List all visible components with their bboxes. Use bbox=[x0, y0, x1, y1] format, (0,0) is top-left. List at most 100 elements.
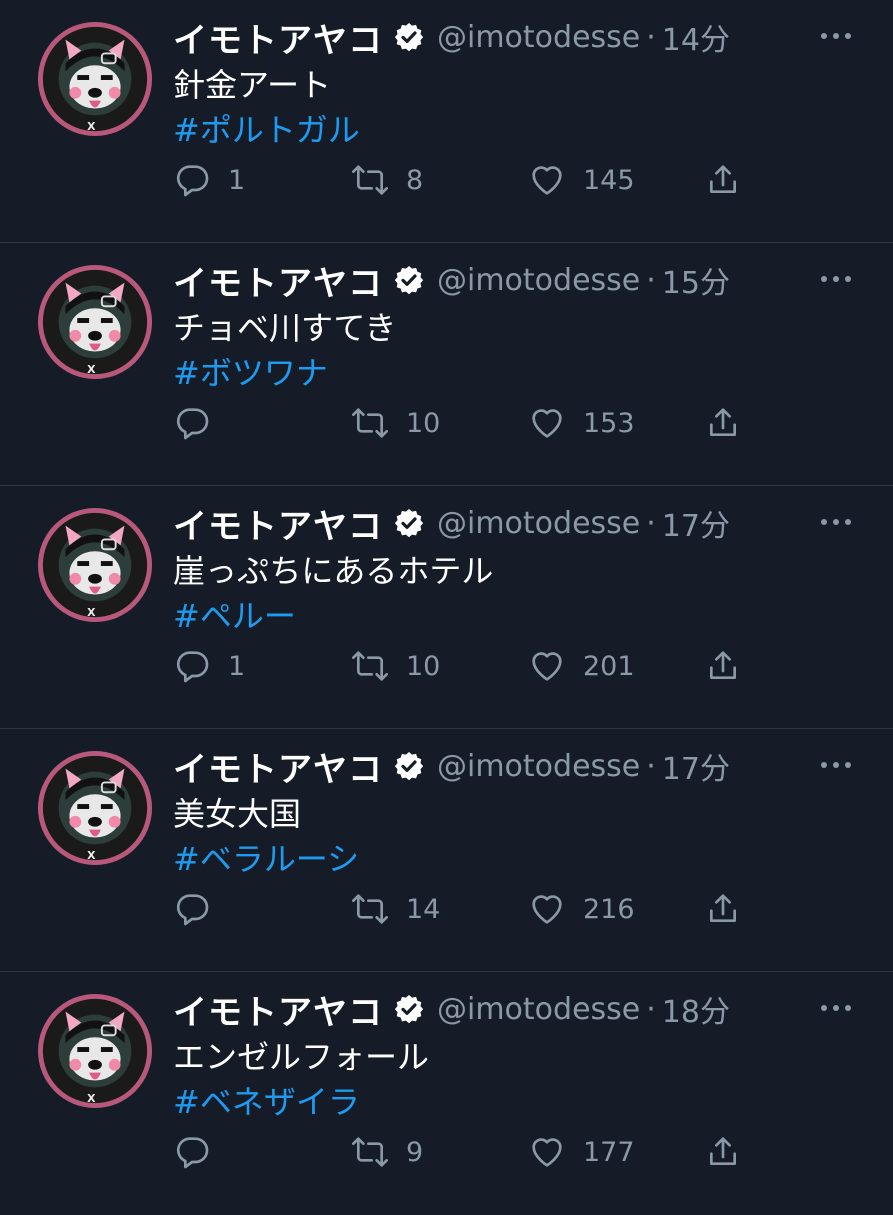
tweet[interactable]: X イモトアヤコ @imotodesse · 14分 針金アート #ポルトガル … bbox=[0, 0, 893, 243]
avatar[interactable]: X bbox=[36, 20, 154, 138]
author-name[interactable]: イモトアヤコ bbox=[173, 256, 383, 305]
share-icon bbox=[710, 1137, 736, 1165]
tweet[interactable]: X イモトアヤコ @imotodesse · 17分 美女大国 #ベラルーシ 1… bbox=[0, 729, 893, 972]
hashtag-link[interactable]: #ベネザイラ bbox=[173, 1077, 360, 1123]
like-button[interactable]: 177 bbox=[527, 1122, 635, 1182]
like-button[interactable]: 201 bbox=[527, 636, 635, 696]
reply-button[interactable] bbox=[172, 393, 228, 453]
separator-dot: · bbox=[646, 19, 656, 55]
tweet-header: イモトアヤコ @imotodesse · 17分 bbox=[173, 499, 730, 548]
more-options-icon[interactable] bbox=[816, 512, 856, 532]
retweet-count: 9 bbox=[406, 1136, 424, 1168]
retweet-button[interactable]: 8 bbox=[350, 150, 423, 210]
retweet-count: 14 bbox=[406, 893, 441, 925]
avatar[interactable]: X bbox=[36, 263, 154, 381]
tweet[interactable]: X イモトアヤコ @imotodesse · 15分 チョベ川すてき #ボツワナ… bbox=[0, 243, 893, 486]
reply-icon bbox=[176, 651, 209, 683]
author-handle[interactable]: @imotodesse bbox=[437, 992, 640, 1027]
reply-count: 1 bbox=[228, 650, 246, 682]
separator-dot: · bbox=[646, 748, 656, 784]
tweet[interactable]: X イモトアヤコ @imotodesse · 18分 エンゼルフォール #ベネザ… bbox=[0, 972, 893, 1215]
share-button[interactable] bbox=[703, 636, 743, 696]
heart-icon bbox=[532, 166, 562, 195]
retweet-button[interactable]: 14 bbox=[350, 879, 440, 939]
like-count: 145 bbox=[583, 164, 635, 196]
hashtag-link[interactable]: #ボツワナ bbox=[173, 348, 328, 394]
reply-icon bbox=[176, 408, 209, 440]
reply-icon bbox=[176, 165, 209, 197]
retweet-count: 10 bbox=[406, 650, 441, 682]
author-handle[interactable]: @imotodesse bbox=[437, 20, 640, 55]
tweet-text: エンゼルフォール bbox=[173, 1038, 430, 1076]
author-name[interactable]: イモトアヤコ bbox=[173, 499, 383, 548]
tweet-header: イモトアヤコ @imotodesse · 18分 bbox=[173, 985, 730, 1034]
separator-dot: · bbox=[646, 505, 656, 541]
author-handle[interactable]: @imotodesse bbox=[437, 263, 640, 298]
avatar[interactable]: X bbox=[36, 749, 154, 867]
heart-icon bbox=[532, 1138, 562, 1167]
hashtag-link[interactable]: #ポルトガル bbox=[173, 105, 360, 151]
share-button[interactable] bbox=[703, 393, 743, 453]
like-button[interactable]: 216 bbox=[527, 879, 635, 939]
reply-count: 1 bbox=[228, 164, 246, 196]
timestamp[interactable]: 17分 bbox=[662, 744, 730, 788]
action-bar: 10 153 bbox=[0, 393, 893, 453]
retweet-icon bbox=[352, 165, 388, 195]
reply-icon bbox=[176, 1137, 209, 1169]
more-options-icon[interactable] bbox=[816, 998, 856, 1018]
svg-text:X: X bbox=[87, 363, 96, 376]
author-name[interactable]: イモトアヤコ bbox=[173, 985, 383, 1034]
tweet-header: イモトアヤコ @imotodesse · 15分 bbox=[173, 256, 730, 305]
reply-icon bbox=[176, 894, 209, 926]
reply-button[interactable] bbox=[172, 879, 228, 939]
share-icon bbox=[710, 651, 736, 679]
timestamp[interactable]: 14分 bbox=[662, 15, 730, 59]
reply-button[interactable] bbox=[172, 1122, 228, 1182]
retweet-icon bbox=[352, 408, 388, 438]
share-icon bbox=[710, 165, 736, 193]
separator-dot: · bbox=[646, 991, 656, 1027]
share-button[interactable] bbox=[703, 879, 743, 939]
like-button[interactable]: 153 bbox=[527, 393, 635, 453]
more-options-icon[interactable] bbox=[816, 26, 856, 46]
author-handle[interactable]: @imotodesse bbox=[437, 506, 640, 541]
tweet-header: イモトアヤコ @imotodesse · 14分 bbox=[173, 13, 730, 62]
retweet-button[interactable]: 9 bbox=[350, 1122, 423, 1182]
avatar[interactable]: X bbox=[36, 992, 154, 1110]
author-name[interactable]: イモトアヤコ bbox=[173, 742, 383, 791]
reply-button[interactable]: 1 bbox=[172, 150, 245, 210]
reply-button[interactable]: 1 bbox=[172, 636, 245, 696]
retweet-count: 8 bbox=[406, 164, 424, 196]
svg-text:X: X bbox=[87, 606, 96, 619]
retweet-button[interactable]: 10 bbox=[350, 636, 440, 696]
svg-text:X: X bbox=[87, 120, 96, 133]
share-icon bbox=[710, 894, 736, 922]
timestamp[interactable]: 18分 bbox=[662, 987, 730, 1031]
tweet-text: 崖っぷちにあるホテル bbox=[173, 552, 494, 590]
hashtag-link[interactable]: #ペルー bbox=[173, 591, 296, 637]
verified-badge-icon bbox=[394, 752, 424, 781]
retweet-icon bbox=[352, 651, 388, 681]
author-name[interactable]: イモトアヤコ bbox=[173, 13, 383, 62]
action-bar: 9 177 bbox=[0, 1122, 893, 1182]
verified-badge-icon bbox=[394, 509, 424, 538]
verified-badge-icon bbox=[394, 23, 424, 52]
retweet-icon bbox=[352, 1137, 388, 1167]
action-bar: 1 10 201 bbox=[0, 636, 893, 696]
timestamp[interactable]: 15分 bbox=[662, 258, 730, 302]
heart-icon bbox=[532, 895, 562, 924]
share-button[interactable] bbox=[703, 150, 743, 210]
like-button[interactable]: 145 bbox=[527, 150, 635, 210]
tweet-header: イモトアヤコ @imotodesse · 17分 bbox=[173, 742, 730, 791]
hashtag-link[interactable]: #ベラルーシ bbox=[173, 834, 359, 880]
author-handle[interactable]: @imotodesse bbox=[437, 749, 640, 784]
more-options-icon[interactable] bbox=[816, 269, 856, 289]
avatar[interactable]: X bbox=[36, 506, 154, 624]
retweet-button[interactable]: 10 bbox=[350, 393, 440, 453]
more-options-icon[interactable] bbox=[816, 755, 856, 775]
timestamp[interactable]: 17分 bbox=[662, 501, 730, 545]
tweet[interactable]: X イモトアヤコ @imotodesse · 17分 崖っぷちにあるホテル #ペ… bbox=[0, 486, 893, 729]
retweet-count: 10 bbox=[406, 407, 441, 439]
share-button[interactable] bbox=[703, 1122, 743, 1182]
svg-text:X: X bbox=[87, 849, 96, 862]
